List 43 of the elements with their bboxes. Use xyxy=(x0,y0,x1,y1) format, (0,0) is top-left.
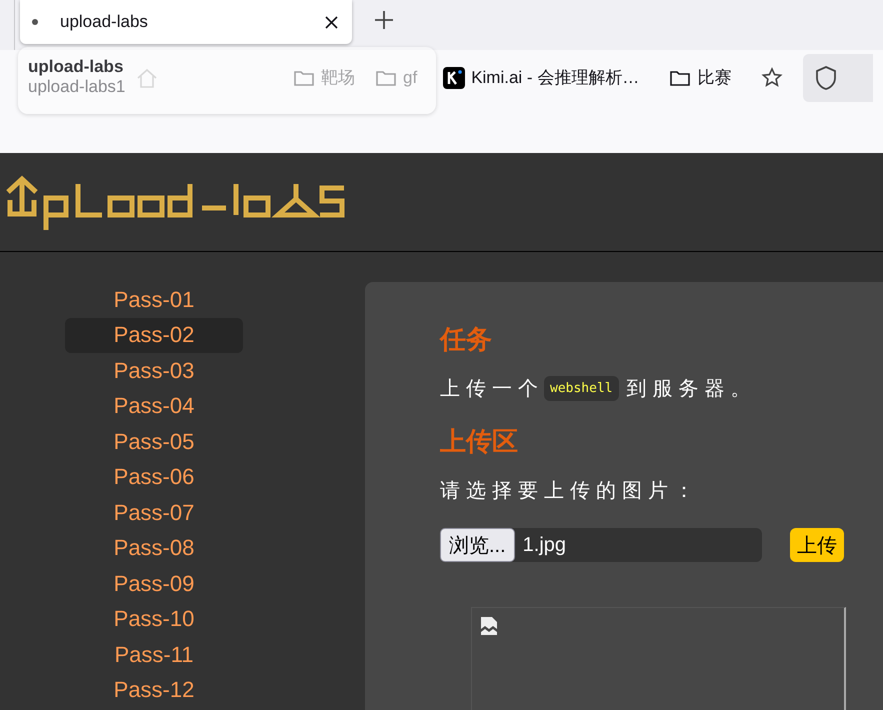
code-snippet: webshell xyxy=(544,376,619,401)
pass-link[interactable]: Pass-12 xyxy=(65,672,243,708)
pass-link[interactable]: Pass-08 xyxy=(65,530,243,566)
bookmark-label: Kimi.ai - 会推理解析… xyxy=(471,67,640,89)
browse-button[interactable]: 浏览... xyxy=(440,528,515,562)
pass-link[interactable]: Pass-07 xyxy=(65,495,243,530)
pass-link[interactable]: Pass-11 xyxy=(65,637,243,672)
pass-link[interactable]: Pass-04 xyxy=(65,388,243,424)
bookmark-label: 比赛 xyxy=(697,67,732,89)
upload-button[interactable]: 上传 xyxy=(790,528,844,562)
bookmark-label: gf xyxy=(403,68,418,88)
section-heading: 上传区 xyxy=(440,425,519,458)
folder-icon xyxy=(669,68,692,86)
shield-icon xyxy=(815,66,838,90)
star-icon[interactable] xyxy=(761,66,784,88)
folder-icon xyxy=(375,68,397,86)
folder-icon xyxy=(293,68,315,86)
task-text: 上传一个 xyxy=(440,377,544,402)
site-logo-icon xyxy=(443,66,466,88)
pass-link[interactable]: Pass-10 xyxy=(65,602,243,637)
close-icon[interactable] xyxy=(325,16,338,28)
bookmark[interactable]: Kimi.ai - 会推理解析… xyxy=(443,66,640,89)
file-name: 1.jpg xyxy=(522,534,566,556)
pass-link[interactable]: Pass-06 xyxy=(65,460,243,495)
bookmark[interactable]: 比赛 xyxy=(669,66,732,89)
tooltip-subtitle: upload-labs1 xyxy=(28,77,126,97)
section-heading: 任务 xyxy=(440,323,493,356)
pass-link[interactable]: Pass-03 xyxy=(65,353,243,388)
pass-link[interactable]: Pass-02 xyxy=(65,318,243,353)
task-text: 到服务器。 xyxy=(626,377,757,402)
tracking-protection-panel[interactable] xyxy=(803,54,874,102)
broken-image-icon xyxy=(480,616,498,636)
upload-prompt: 请选择要上传的图片： xyxy=(440,479,700,504)
tab-dot-icon xyxy=(32,19,38,25)
tooltip-title: upload-labs xyxy=(28,57,124,77)
bookmark-label: 靶场 xyxy=(321,67,355,89)
file-input[interactable]: 浏览... 1.jpg xyxy=(440,528,762,562)
new-tab-icon[interactable] xyxy=(374,10,394,30)
pass-link[interactable]: Pass-05 xyxy=(65,424,243,460)
pass-link[interactable]: Pass-09 xyxy=(65,566,243,602)
browser-tab[interactable]: upload-labs xyxy=(20,0,352,44)
tab-title: upload-labs xyxy=(60,12,149,32)
pass-link[interactable]: Pass-01 xyxy=(65,282,243,318)
